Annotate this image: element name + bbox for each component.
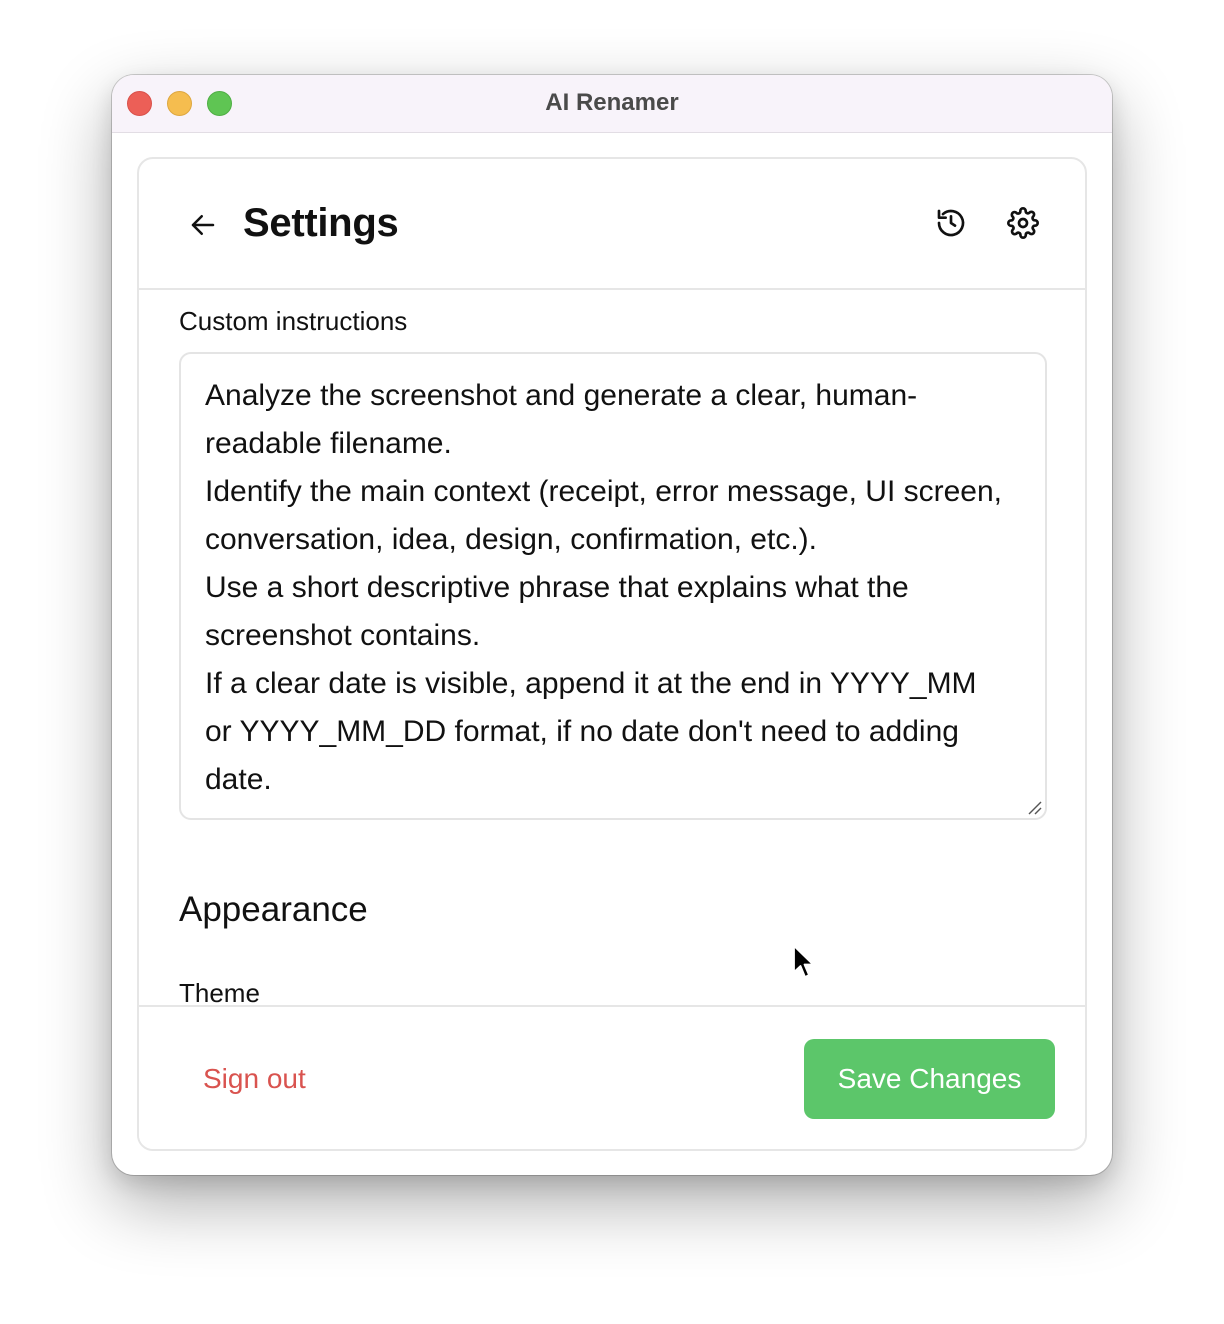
settings-header: Settings <box>139 159 1085 290</box>
custom-instructions-text[interactable]: Analyze the screenshot and generate a cl… <box>205 372 1005 804</box>
history-button[interactable] <box>931 203 971 243</box>
title-bar[interactable]: AI Renamer <box>112 75 1112 133</box>
custom-instructions-label: Custom instructions <box>179 306 408 336</box>
back-button[interactable] <box>183 205 223 245</box>
history-icon <box>937 209 965 237</box>
settings-panel: Settings Custom instructions Analyze the… <box>137 157 1087 1151</box>
save-changes-button[interactable]: Save Changes <box>804 1039 1055 1119</box>
window-title: AI Renamer <box>545 89 679 116</box>
sign-out-button[interactable]: Sign out <box>203 1063 306 1095</box>
app-window: AI Renamer Settings Custom instructions … <box>112 75 1112 1175</box>
page-title: Settings <box>243 201 399 245</box>
gear-icon <box>1007 207 1039 239</box>
settings-scroll-area[interactable]: Custom instructions Analyze the screensh… <box>139 290 1085 1005</box>
mouse-pointer-icon <box>793 945 814 978</box>
settings-button[interactable] <box>1003 203 1043 243</box>
appearance-section-title: Appearance <box>179 890 368 929</box>
arrow-left-icon <box>191 215 215 235</box>
settings-footer: Sign out Save Changes <box>139 1005 1085 1149</box>
theme-label: Theme <box>179 978 260 1005</box>
resize-handle-icon[interactable] <box>1025 798 1043 816</box>
custom-instructions-textarea[interactable]: Analyze the screenshot and generate a cl… <box>179 352 1047 820</box>
